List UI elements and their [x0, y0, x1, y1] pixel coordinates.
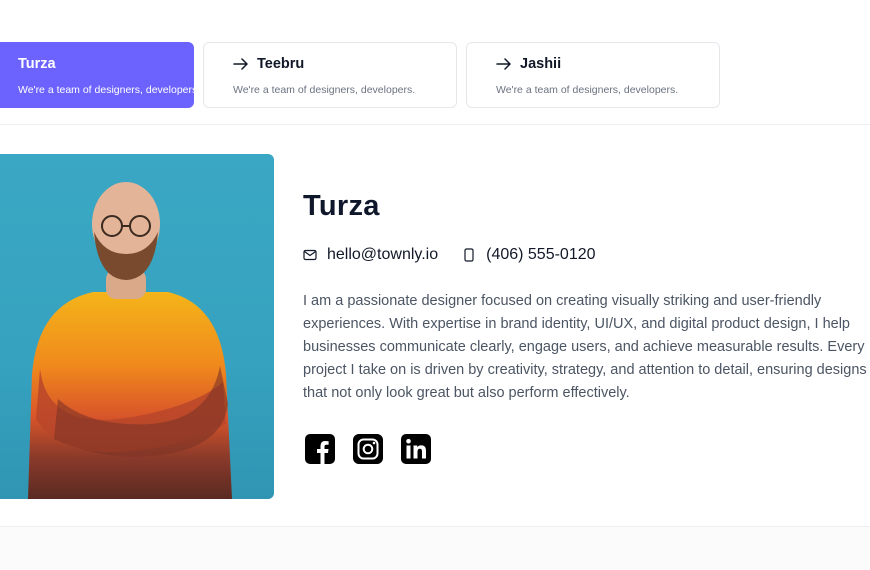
tab-description: We're a team of designers, developers. — [496, 84, 679, 96]
portrait-illustration — [28, 182, 232, 499]
profile-photo — [0, 154, 274, 499]
bio-line: that not only look great but also perfor… — [303, 385, 630, 401]
facebook-icon[interactable] — [305, 434, 335, 464]
bio-line: I am a passionate designer focused on cr… — [303, 293, 822, 309]
phone-item[interactable]: (406) 555-0120 — [462, 246, 596, 264]
tab-title: Jashii — [520, 56, 562, 72]
linkedin-icon[interactable] — [401, 434, 431, 464]
tab-title: Teebru — [257, 56, 305, 72]
tab-description: We're a team of designers, developers. — [233, 84, 416, 96]
email-link[interactable]: hello@townly.io — [327, 246, 438, 264]
contact-info: hello@townly.io (406) 555-0120 — [303, 246, 620, 264]
tab-title: Turza — [18, 56, 56, 72]
mail-icon — [303, 248, 317, 262]
phone-link[interactable]: (406) 555-0120 — [486, 246, 595, 264]
profile-name: Turza — [303, 190, 380, 222]
tab-teebru[interactable]: Teebru We're a team of designers, develo… — [203, 42, 457, 108]
email-item[interactable]: hello@townly.io — [303, 246, 438, 264]
social-links — [305, 434, 431, 464]
page-footer-area — [0, 527, 870, 570]
divider — [0, 124, 870, 125]
phone-icon — [462, 248, 476, 262]
bio-line: businesses communicate clearly, engage u… — [303, 339, 865, 355]
bio-line: project I take on is driven by creativit… — [303, 362, 867, 378]
tab-description: We're a team of designers, developers. — [18, 84, 201, 96]
bio-line: experiences. With expertise in brand ide… — [303, 316, 850, 332]
arrow-right-icon — [233, 58, 248, 70]
arrow-right-icon — [496, 58, 511, 70]
tab-turza[interactable]: Turza We're a team of designers, develop… — [0, 42, 200, 108]
tab-jashii[interactable]: Jashii We're a team of designers, develo… — [466, 42, 720, 108]
profile-bio: I am a passionate designer focused on cr… — [303, 290, 870, 405]
instagram-icon[interactable] — [353, 434, 383, 464]
